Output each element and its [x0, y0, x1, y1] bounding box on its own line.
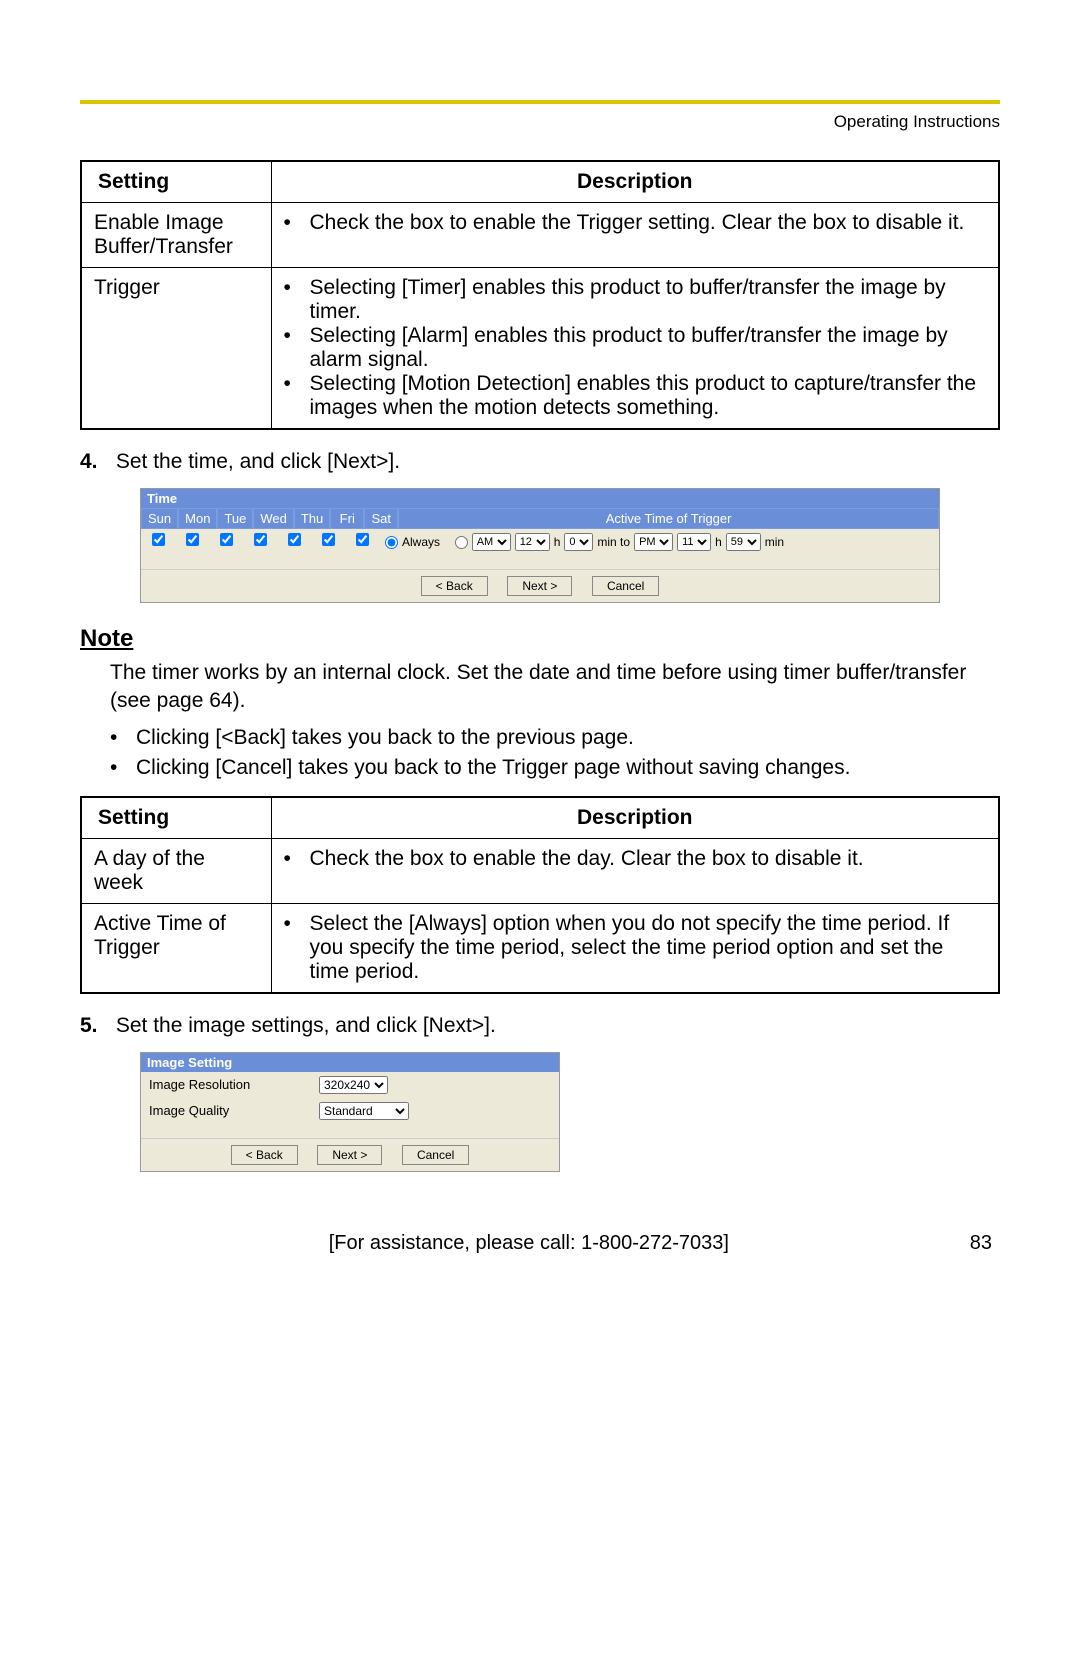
- t1-r1-i1: Selecting [Alarm] enables this product t…: [310, 324, 987, 372]
- bullet-icon: •: [284, 211, 310, 235]
- assistance-text: [For assistance, please call: 1-800-272-…: [329, 1232, 729, 1255]
- next-button[interactable]: Next >: [507, 576, 572, 596]
- bullet-icon: •: [110, 726, 136, 750]
- t2-r1-setting: Active Time of Trigger: [81, 903, 271, 993]
- day-h-sun: Sun: [141, 508, 178, 529]
- to-ampm-select[interactable]: PM: [634, 533, 673, 551]
- step-5: 5. Set the image settings, and click [Ne…: [80, 1014, 1000, 1038]
- min-label: min: [765, 535, 784, 549]
- settings-table-2: Setting Description A day of the week •C…: [80, 796, 1000, 994]
- t1-r0-setting: Enable Image Buffer/Transfer: [81, 203, 271, 268]
- t1-r1-setting: Trigger: [81, 268, 271, 430]
- t1-h-setting: Setting: [81, 161, 271, 203]
- t2-r1-i0: Select the [Always] option when you do n…: [310, 912, 987, 984]
- t1-r1-i0: Selecting [Timer] enables this product t…: [310, 276, 987, 324]
- h-label-2: h: [715, 535, 722, 549]
- header-rule: [80, 100, 1000, 104]
- from-m-select[interactable]: 0: [564, 533, 593, 551]
- img-next-button[interactable]: Next >: [317, 1145, 382, 1165]
- step-5-num: 5.: [80, 1014, 110, 1038]
- t2-r0-setting: A day of the week: [81, 838, 271, 903]
- t1-h-desc: Description: [271, 161, 999, 203]
- day-check-thu[interactable]: [288, 533, 301, 546]
- bullet-icon: •: [110, 756, 136, 780]
- note-heading: Note: [80, 625, 1000, 653]
- image-quality-label: Image Quality: [149, 1103, 319, 1118]
- from-h-select[interactable]: 12: [515, 533, 550, 551]
- h-label: h: [554, 535, 561, 549]
- day-check-mon[interactable]: [186, 533, 199, 546]
- table-row: Enable Image Buffer/Transfer •Check the …: [81, 203, 999, 268]
- day-check-tue[interactable]: [220, 533, 233, 546]
- cancel-button[interactable]: Cancel: [592, 576, 659, 596]
- t2-r0-i0: Check the box to enable the day. Clear t…: [310, 847, 987, 871]
- t1-r0-i0: Check the box to enable the Trigger sett…: [310, 211, 987, 235]
- day-h-fri: Fri: [330, 508, 364, 529]
- day-check-wed[interactable]: [254, 533, 267, 546]
- t2-h-desc: Description: [271, 797, 999, 839]
- bullet-icon: •: [284, 372, 310, 420]
- day-h-wed: Wed: [253, 508, 294, 529]
- doc-title: Operating Instructions: [80, 112, 1000, 132]
- to-label: min to: [597, 535, 630, 549]
- bullet-icon: •: [284, 847, 310, 871]
- to-h-select[interactable]: 11: [677, 533, 711, 551]
- image-resolution-select[interactable]: 320x240: [319, 1076, 388, 1094]
- time-panel-title: Time: [141, 489, 939, 508]
- day-h-tue: Tue: [217, 508, 253, 529]
- day-check-sun[interactable]: [152, 533, 165, 546]
- table-row: A day of the week •Check the box to enab…: [81, 838, 999, 903]
- day-h-sat: Sat: [364, 508, 398, 529]
- always-radio[interactable]: [385, 536, 398, 549]
- img-back-button[interactable]: < Back: [231, 1145, 298, 1165]
- day-check-fri[interactable]: [322, 533, 335, 546]
- timeperiod-radio[interactable]: [455, 536, 468, 549]
- bullet-icon: •: [284, 912, 310, 984]
- always-label: Always: [402, 535, 440, 549]
- day-header-row: Sun Mon Tue Wed Thu Fri Sat: [141, 508, 398, 529]
- note-b0: Clicking [<Back] takes you back to the p…: [136, 726, 1000, 750]
- day-check-sat[interactable]: [356, 533, 369, 546]
- table-row: Active Time of Trigger •Select the [Alwa…: [81, 903, 999, 993]
- table-row: Trigger •Selecting [Timer] enables this …: [81, 268, 999, 430]
- t2-h-setting: Setting: [81, 797, 271, 839]
- back-button[interactable]: < Back: [421, 576, 488, 596]
- day-h-thu: Thu: [294, 508, 330, 529]
- bullet-icon: •: [284, 324, 310, 372]
- image-setting-title: Image Setting: [141, 1053, 559, 1072]
- step-4-text: Set the time, and click [Next>].: [116, 450, 400, 473]
- image-quality-select[interactable]: Standard: [319, 1102, 409, 1120]
- from-ampm-select[interactable]: AM: [472, 533, 511, 551]
- active-time-header: Active Time of Trigger: [398, 508, 939, 529]
- t1-r1-i2: Selecting [Motion Detection] enables thi…: [310, 372, 987, 420]
- bullet-icon: •: [284, 276, 310, 324]
- to-m-select[interactable]: 59: [726, 533, 761, 551]
- time-panel: Time Sun Mon Tue Wed Thu Fri Sat Active …: [140, 488, 940, 603]
- note-body: The timer works by an internal clock. Se…: [110, 659, 1000, 716]
- day-h-mon: Mon: [178, 508, 217, 529]
- step-4-num: 4.: [80, 450, 110, 474]
- step-4: 4. Set the time, and click [Next>].: [80, 450, 1000, 474]
- page-number: 83: [970, 1232, 992, 1255]
- note-b1: Clicking [Cancel] takes you back to the …: [136, 756, 1000, 780]
- image-setting-panel: Image Setting Image Resolution 320x240 I…: [140, 1052, 560, 1172]
- step-5-text: Set the image settings, and click [Next>…: [116, 1014, 496, 1037]
- image-resolution-label: Image Resolution: [149, 1077, 319, 1092]
- settings-table-1: Setting Description Enable Image Buffer/…: [80, 160, 1000, 430]
- img-cancel-button[interactable]: Cancel: [402, 1145, 469, 1165]
